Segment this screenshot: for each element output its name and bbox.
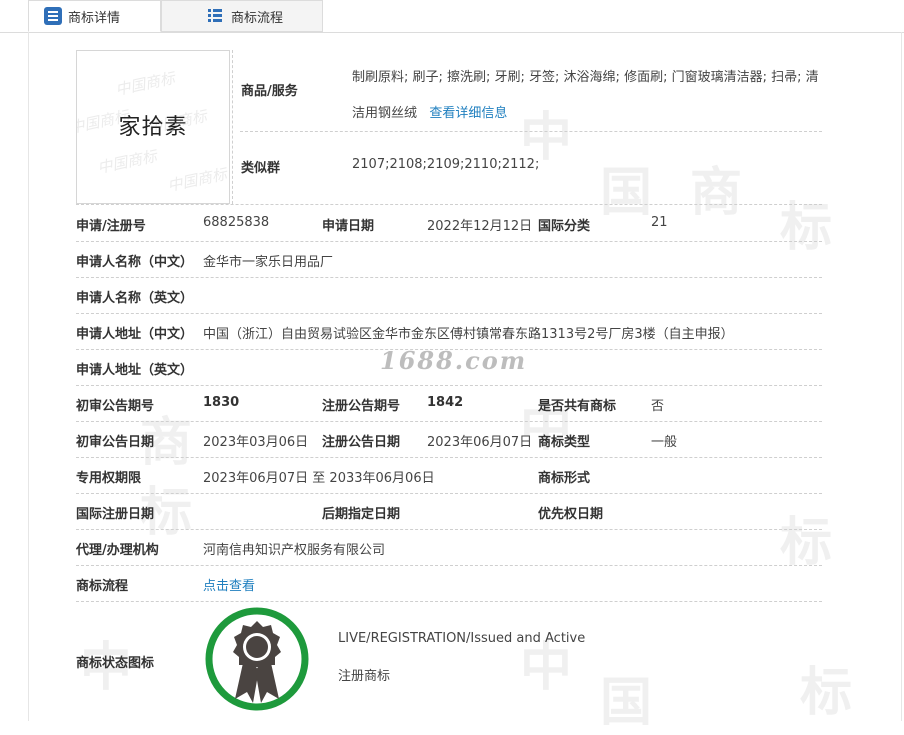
view-details-link[interactable]: 查看详细信息	[429, 106, 507, 121]
address-cn-value: 中国（浙江）自由贸易试验区金华市金东区傅村镇常春东路1313号2号厂房3楼（自主…	[203, 327, 734, 342]
applicant-en-label: 申请人名称（英文）	[76, 291, 194, 306]
divider	[76, 529, 822, 530]
agent-label: 代理/办理机构	[76, 543, 159, 558]
prelim-issue-label: 初审公告期号	[76, 399, 155, 414]
tab-label: 商标详情	[68, 10, 121, 26]
tm-form-label: 商标形式	[538, 471, 591, 486]
image-watermark: 中国商标	[165, 164, 229, 196]
divider	[76, 313, 822, 314]
view-flow-link[interactable]: 点击查看	[203, 575, 255, 594]
exclusive-period-label: 专用权期限	[76, 471, 142, 486]
divider	[76, 204, 822, 205]
divider	[76, 457, 822, 458]
tab-trademark-detail[interactable]: 商标详情	[28, 0, 161, 32]
divider	[76, 565, 822, 566]
apply-date-value: 2022年12月12日	[427, 219, 533, 234]
divider	[240, 131, 822, 132]
status-text-cn: 注册商标	[338, 669, 391, 684]
divider	[76, 601, 822, 602]
image-watermark: 中国商标	[113, 68, 177, 100]
intl-class-label: 国际分类	[538, 219, 591, 234]
similar-group-value: 2107;2108;2109;2110;2112;	[352, 157, 540, 172]
prelim-date-label: 初审公告日期	[76, 435, 155, 450]
priority-date-label: 优先权日期	[538, 507, 604, 522]
divider	[76, 421, 822, 422]
list-icon	[44, 7, 62, 25]
registered-badge-icon	[205, 607, 309, 711]
divider	[232, 50, 233, 204]
later-date-label: 后期指定日期	[322, 507, 401, 522]
tm-type-value: 一般	[651, 435, 678, 450]
status-label: 商标状态图标	[76, 656, 155, 671]
exclusive-period-value: 2023年06月07日 至 2033年06月06日	[203, 471, 435, 486]
trademark-name: 家拾素	[118, 115, 188, 140]
intl-class-value: 21	[651, 215, 668, 230]
shared-value: 否	[651, 399, 665, 414]
reg-issue-label: 注册公告期号	[322, 399, 401, 414]
divider	[76, 277, 822, 278]
applicant-cn-value: 金华市一家乐日用品厂	[203, 255, 334, 270]
address-cn-label: 申请人地址（中文）	[76, 327, 194, 342]
reg-date-value: 2023年06月07日	[427, 435, 533, 450]
tab-trademark-flow[interactable]: 商标流程	[161, 0, 323, 32]
grid-list-icon	[207, 7, 225, 25]
similar-group-label: 类似群	[241, 161, 281, 176]
tm-type-label: 商标类型	[538, 435, 591, 450]
divider	[76, 241, 822, 242]
trademark-image: 中国商标 中国商标 中国商标 中国商标 中国商标 家拾素	[76, 50, 230, 204]
goods-label: 商品/服务	[241, 84, 298, 99]
prelim-date-value: 2023年03月06日	[203, 435, 309, 450]
flow-label: 商标流程	[76, 579, 129, 594]
address-en-label: 申请人地址（英文）	[76, 363, 194, 378]
shared-label: 是否共有商标	[538, 399, 617, 414]
prelim-issue-value: 1830	[203, 395, 240, 410]
tab-bar: 商标详情 商标流程	[0, 0, 904, 33]
site-watermark: 1688.com	[380, 346, 528, 375]
status-text-en: LIVE/REGISTRATION/Issued and Active	[338, 631, 586, 646]
reg-date-label: 注册公告日期	[322, 435, 401, 450]
divider	[76, 493, 822, 494]
reg-issue-value: 1842	[427, 395, 464, 410]
applicant-cn-label: 申请人名称（中文）	[76, 255, 194, 270]
agent-value: 河南信冉知识产权服务有限公司	[203, 543, 386, 558]
goods-text: 制刷原料; 刷子; 擦洗刷; 牙刷; 牙签; 沐浴海绵; 修面刷; 门窗玻璃清洁…	[352, 60, 822, 132]
goods-value: 制刷原料; 刷子; 擦洗刷; 牙刷; 牙签; 沐浴海绵; 修面刷; 门窗玻璃清洁…	[352, 70, 819, 121]
reg-no-value: 68825838	[203, 215, 270, 230]
intl-reg-date-label: 国际注册日期	[76, 507, 155, 522]
divider	[76, 385, 822, 386]
apply-date-label: 申请日期	[322, 219, 375, 234]
tab-label: 商标流程	[231, 10, 284, 26]
reg-no-label: 申请/注册号	[76, 219, 146, 234]
image-watermark: 中国商标	[95, 146, 159, 178]
